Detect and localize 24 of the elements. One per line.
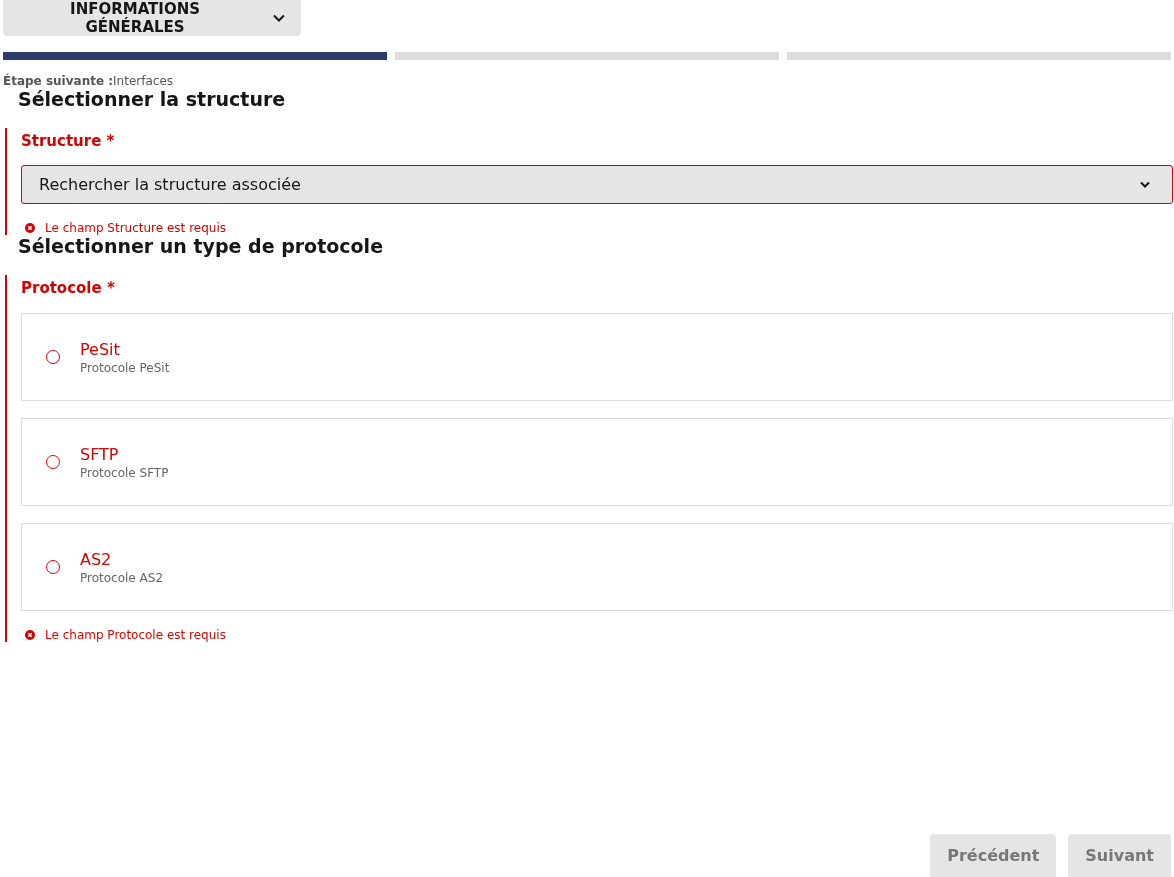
field-label: Protocole *: [21, 278, 116, 297]
field-label: Structure *: [21, 131, 116, 150]
radio-option[interactable]: AS2 Protocole AS2: [21, 523, 1173, 611]
option-label: PeSit: [80, 339, 121, 359]
select-placeholder: Rechercher la structure associée: [39, 175, 301, 194]
option-label: SFTP: [80, 444, 120, 464]
error-message: Le champ Protocole est requis: [45, 628, 226, 642]
option-label: AS2: [80, 549, 113, 569]
option-hint: Protocole PeSit: [80, 360, 170, 375]
radio-option[interactable]: PeSit Protocole PeSit: [21, 313, 1173, 401]
next-step-value: Interfaces: [113, 74, 174, 88]
error-icon: [25, 630, 35, 640]
error-message: Le champ Structure est requis: [45, 221, 226, 235]
step-menu-button[interactable]: INFORMATIONS GÉNÉRALES: [3, 0, 301, 36]
option-hint: Protocole SFTP: [80, 465, 169, 480]
error-icon: [25, 223, 35, 233]
chevron-icon: [273, 14, 285, 22]
next-step-label: Étape suivante :: [3, 74, 114, 88]
section-heading: Sélectionner la structure: [17, 88, 287, 110]
chevron-icon: [1140, 181, 1150, 188]
option-hint: Protocole AS2: [80, 570, 163, 585]
section-heading: Sélectionner un type de protocole: [17, 235, 385, 257]
structure-select[interactable]: Rechercher la structure associée: [21, 165, 1173, 204]
radio-option[interactable]: SFTP Protocole SFTP: [21, 418, 1173, 506]
